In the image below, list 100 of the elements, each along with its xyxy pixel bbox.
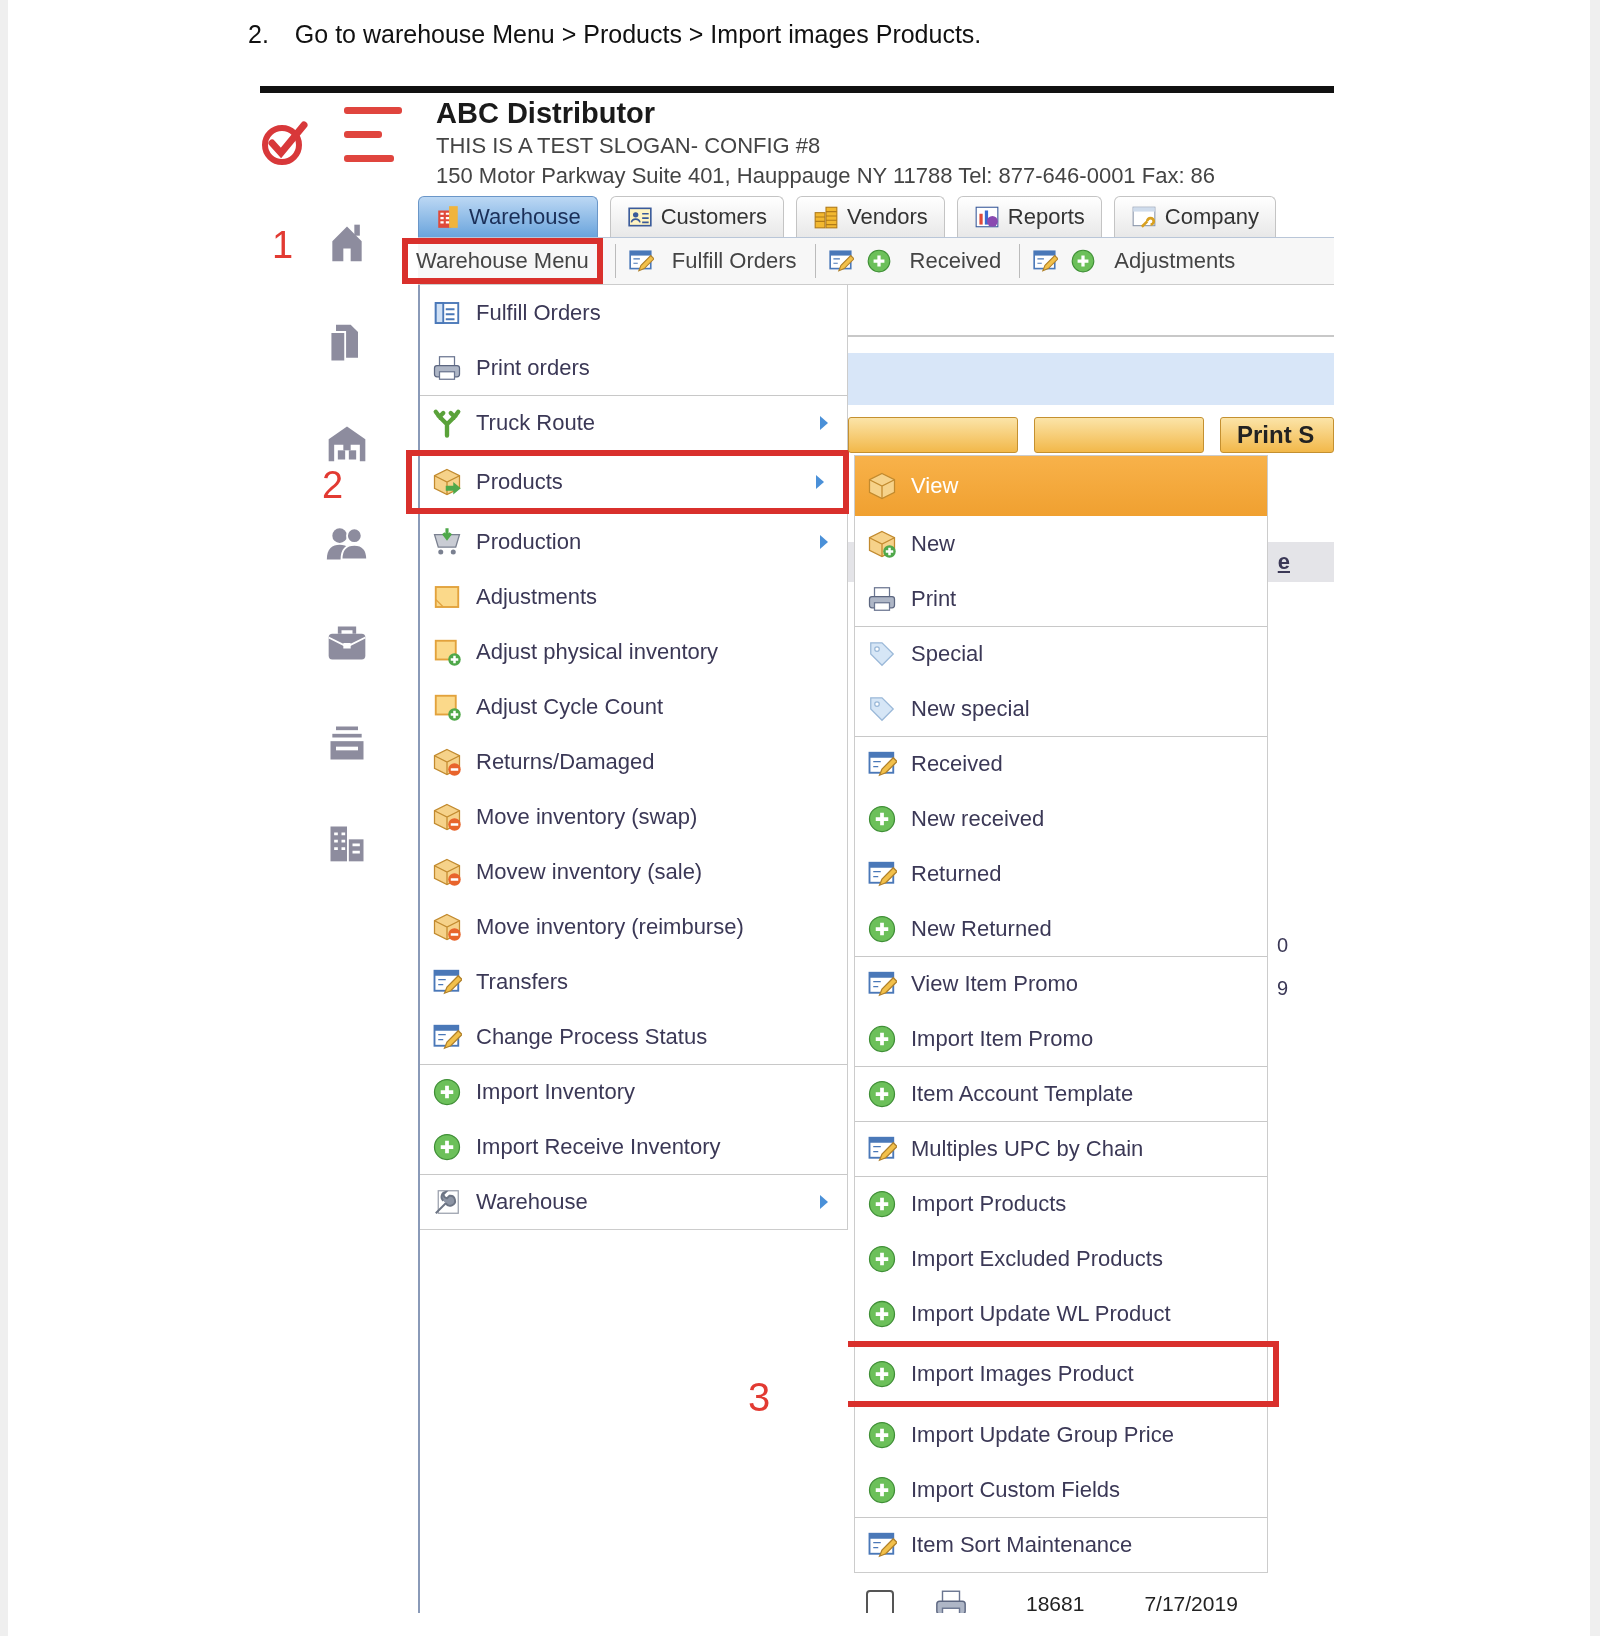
tab[interactable]: Company xyxy=(1113,196,1276,237)
submenu-item[interactable]: Import Item Promo xyxy=(855,1011,1267,1066)
company-address: 150 Motor Parkway Suite 401, Hauppauge NY 11788 Tel: 877-646-0001 Fax: 86 xyxy=(436,162,1216,190)
submenu-item[interactable]: View Item Promo xyxy=(855,956,1267,1011)
menu-item[interactable]: Production xyxy=(420,514,847,569)
edit-icon[interactable] xyxy=(1032,248,1059,274)
submenu-item[interactable]: New Returned xyxy=(855,901,1267,956)
plus-icon xyxy=(867,1474,897,1505)
plus-icon xyxy=(432,1077,462,1107)
fork-icon xyxy=(432,408,462,438)
box-icon xyxy=(432,801,462,832)
plus-icon xyxy=(867,1189,897,1219)
plus-icon xyxy=(867,1298,897,1329)
submenu-arrow-icon xyxy=(815,474,825,490)
menu-item[interactable]: Move inventory (swap) xyxy=(420,789,847,844)
edit-icon[interactable] xyxy=(827,248,854,274)
box-icon xyxy=(432,856,462,887)
toolbar-item[interactable]: Adjustments xyxy=(1108,242,1242,280)
row-checkbox[interactable] xyxy=(866,1590,894,1613)
menu-item[interactable]: Import Inventory xyxy=(420,1064,847,1119)
submenu-item[interactable]: Import Update Group Price xyxy=(855,1407,1267,1462)
tab[interactable]: Reports xyxy=(956,196,1102,237)
plus-icon xyxy=(432,1131,462,1162)
toolbar-item[interactable]: Received xyxy=(903,242,1008,280)
menu-item[interactable]: Truck Route xyxy=(420,395,847,450)
plus-icon[interactable] xyxy=(865,248,892,274)
menu-item[interactable]: Move inventory (reimburse) xyxy=(420,899,847,954)
submenu-item[interactable]: Import Excluded Products xyxy=(855,1231,1267,1286)
menu-item[interactable]: Movew inventory (sale) xyxy=(420,844,847,899)
check-logo-icon xyxy=(260,119,308,167)
submenu-item[interactable]: Import Products xyxy=(855,1176,1267,1231)
step-number: 3 xyxy=(748,1375,771,1419)
submenu-item[interactable]: Item Account Template xyxy=(855,1066,1267,1121)
box-icon xyxy=(432,746,462,777)
submenu-item[interactable]: Import Update WL Product xyxy=(855,1286,1267,1341)
edit-icon xyxy=(867,1530,897,1560)
column-header[interactable]: e xyxy=(1277,549,1290,575)
tab[interactable]: Warehouse xyxy=(418,196,598,237)
edit-icon xyxy=(867,749,897,779)
building-icon xyxy=(435,204,461,230)
plus-icon[interactable] xyxy=(1070,248,1097,274)
menu-item[interactable]: Products xyxy=(406,450,849,514)
chart-icon xyxy=(973,204,1000,230)
submenu-item[interactable]: New special xyxy=(855,681,1267,736)
company-name: ABC Distributor xyxy=(436,96,657,131)
print-button[interactable]: Print S xyxy=(1220,417,1334,453)
toolbar-item[interactable]: Warehouse Menu xyxy=(402,238,603,284)
table-cell: 7/17/2019 xyxy=(1144,1592,1238,1613)
step-number: 2 xyxy=(322,465,344,505)
submenu-arrow-icon xyxy=(819,533,829,550)
submenu-item[interactable]: Special xyxy=(855,626,1267,681)
submenu-item[interactable]: Print xyxy=(855,571,1267,626)
box-icon xyxy=(432,911,462,942)
menu-item[interactable]: Adjust Cycle Count xyxy=(420,679,847,734)
edit-icon xyxy=(867,1134,897,1164)
submenu-item[interactable]: Received xyxy=(855,736,1267,791)
submenu-item[interactable]: New xyxy=(855,516,1267,571)
box-icon xyxy=(432,467,462,497)
submenu-item[interactable]: New received xyxy=(855,791,1267,846)
menu-item[interactable]: Adjust physical inventory xyxy=(420,624,847,679)
menu-item[interactable]: Change Process Status xyxy=(420,1009,847,1064)
step-number: 2. xyxy=(248,20,269,50)
table-cell: 0 xyxy=(1276,934,1288,957)
tab[interactable]: Customers xyxy=(609,196,785,237)
submenu-item[interactable]: Import Images Product xyxy=(848,1341,1279,1407)
edit-icon[interactable] xyxy=(627,248,654,274)
plus-icon xyxy=(867,1419,897,1450)
step-number: 1 xyxy=(272,225,294,265)
menu-item[interactable]: Adjustments xyxy=(420,569,847,624)
instruction-text: Go to warehouse Menu > Products > Import images Products. xyxy=(294,20,982,50)
window-icon xyxy=(1130,204,1157,230)
menu-item[interactable]: Transfers xyxy=(420,954,847,1009)
submenu-item[interactable]: Item Sort Maintenance xyxy=(855,1517,1267,1572)
company-slogan: THIS IS A TEST SLOGAN- CONFIG #8 xyxy=(436,132,822,160)
cart-icon xyxy=(432,526,462,557)
edit-icon xyxy=(867,969,897,999)
submenu-item[interactable]: Multiples UPC by Chain xyxy=(855,1121,1267,1176)
submenu-item[interactable]: Returned xyxy=(855,846,1267,901)
plus-icon xyxy=(867,1359,897,1389)
menu-item[interactable]: Fulfill Orders xyxy=(420,285,847,340)
toolbar-item[interactable]: Fulfill Orders xyxy=(665,242,803,280)
menu-item[interactable]: Import Receive Inventory xyxy=(420,1119,847,1174)
plus-icon xyxy=(867,913,897,944)
wrench-icon xyxy=(432,1187,462,1217)
box-icon xyxy=(867,528,897,559)
tag-icon xyxy=(867,639,897,669)
plus-icon xyxy=(867,1023,897,1054)
box-icon xyxy=(867,471,897,501)
toolbar-button[interactable] xyxy=(848,417,1018,453)
submenu-arrow-icon xyxy=(819,415,829,431)
coins-icon xyxy=(813,204,840,230)
toolbar-button[interactable] xyxy=(1034,417,1204,453)
menu-item[interactable]: Warehouse xyxy=(420,1174,847,1229)
plus-icon xyxy=(867,803,897,834)
menu-item[interactable]: Print orders xyxy=(420,340,847,395)
order-number-link[interactable]: 18681 xyxy=(1026,1592,1085,1613)
menu-item[interactable]: Returns/Damaged xyxy=(420,734,847,789)
tab[interactable]: Vendors xyxy=(796,196,945,237)
table-cell: 9 xyxy=(1276,977,1288,1000)
submenu-item[interactable]: Import Custom Fields xyxy=(855,1462,1267,1517)
